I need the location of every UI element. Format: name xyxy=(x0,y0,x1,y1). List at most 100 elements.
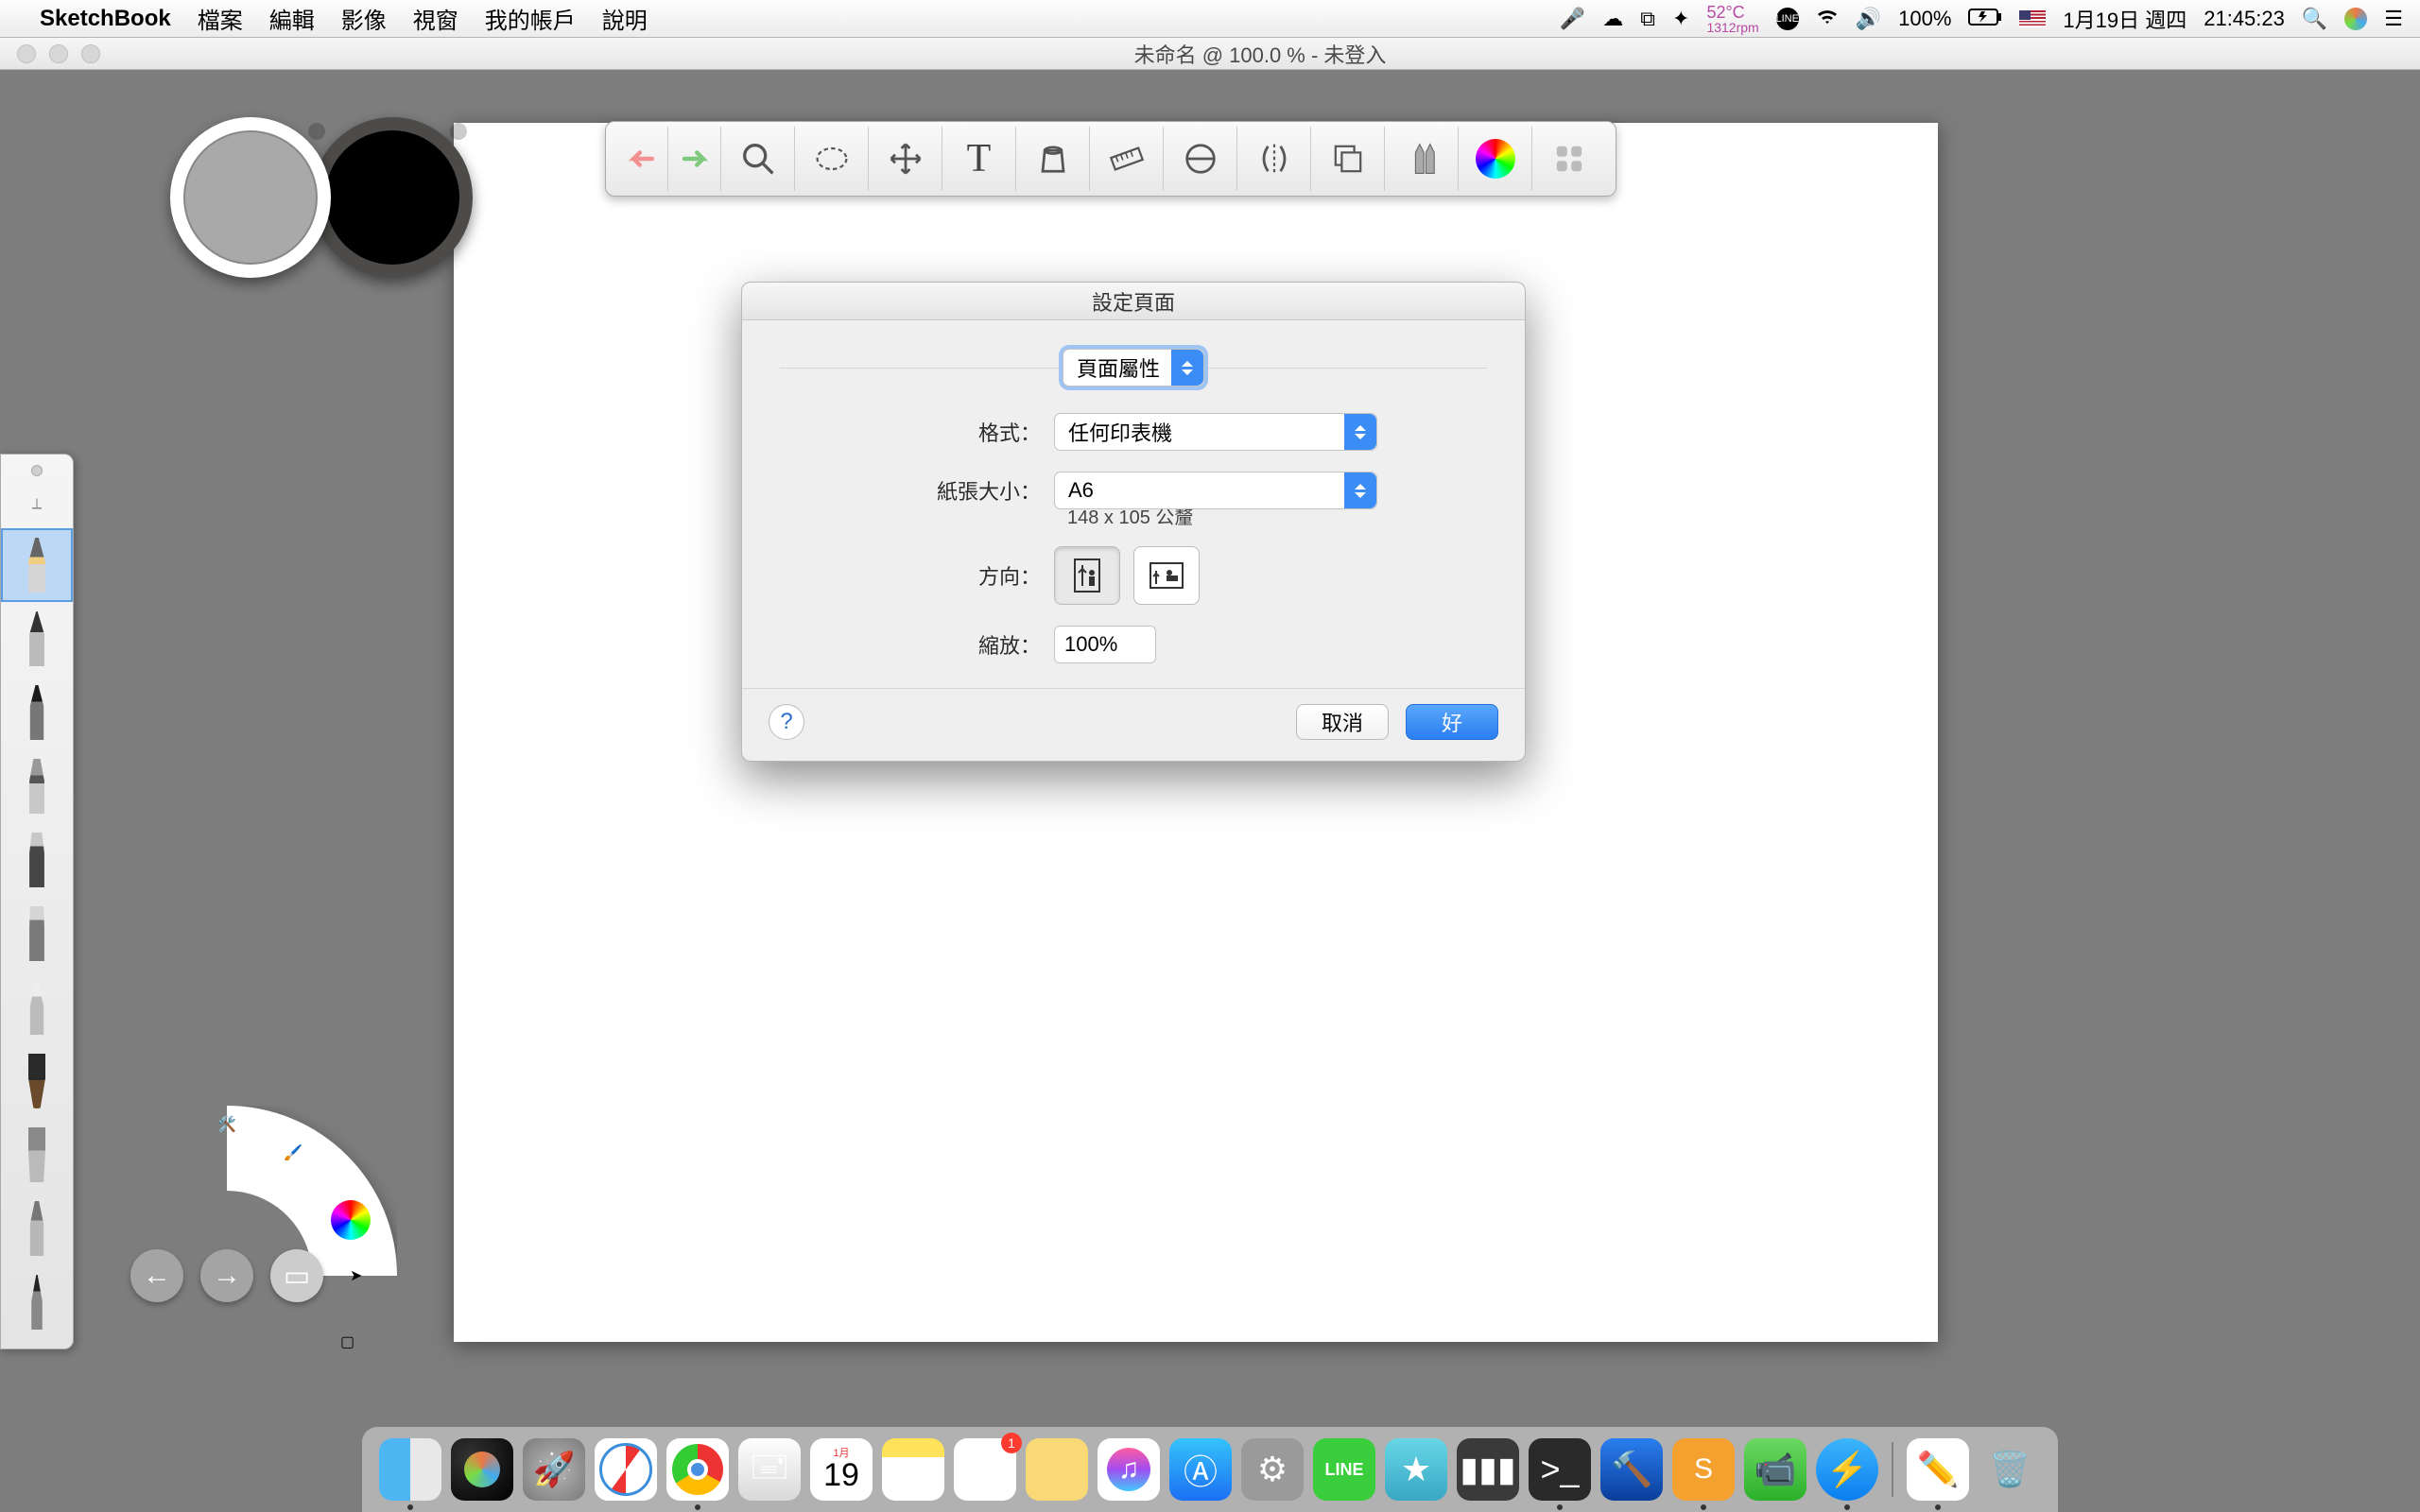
brush-flat-chisel[interactable] xyxy=(1,823,73,897)
lagoon-next-button[interactable]: → xyxy=(200,1249,253,1302)
volume-icon[interactable]: 🔊 xyxy=(1856,7,1881,31)
lagoon-layers-icon[interactable]: ▢ xyxy=(340,1332,386,1378)
app-name[interactable]: SketchBook xyxy=(40,6,171,32)
dialog-title: 設定頁面 xyxy=(742,283,1525,320)
menu-account[interactable]: 我的帳戶 xyxy=(485,2,576,35)
selection-button[interactable] xyxy=(795,127,869,191)
dock-sketchbook[interactable]: ✏️ xyxy=(1907,1438,1969,1501)
dock-appstore[interactable]: Ⓐ xyxy=(1169,1438,1232,1501)
guides-button[interactable] xyxy=(1164,127,1237,191)
temperature-status[interactable]: 52°C1312rpm xyxy=(1706,4,1758,34)
window-title: 未命名 @ 100.0 % - 未登入 xyxy=(100,39,2420,69)
color-puck-background[interactable] xyxy=(312,117,473,278)
lagoon: 🛠️ 🖌️ ➤ ▢ ← → ▭ xyxy=(57,1106,397,1446)
dock-separator xyxy=(1892,1442,1893,1497)
brush-pencil[interactable] xyxy=(1,528,73,602)
dock-activity-monitor[interactable]: ▮▮▮ xyxy=(1457,1438,1519,1501)
settings-select-label: 頁面屬性 xyxy=(1077,352,1160,383)
palette-close[interactable] xyxy=(1,460,73,481)
dock-system-preferences[interactable]: ⚙ xyxy=(1241,1438,1304,1501)
text-button[interactable]: T xyxy=(942,127,1016,191)
paper-size-label: 紙張大小： xyxy=(780,475,1054,506)
orientation-label: 方向： xyxy=(780,560,1054,591)
dropbox-icon[interactable]: ⧉ xyxy=(1640,7,1655,31)
brush-library-button[interactable] xyxy=(1385,127,1459,191)
apps-button[interactable] xyxy=(1532,127,1606,191)
lagoon-tools-icon[interactable]: 🛠️ xyxy=(217,1115,263,1160)
siri-icon[interactable] xyxy=(2344,8,2367,30)
color-puck-foreground[interactable] xyxy=(170,117,331,278)
wifi-icon[interactable] xyxy=(1816,7,1839,31)
format-select[interactable]: 任何印表機 xyxy=(1054,413,1377,451)
brush-flat-wide[interactable] xyxy=(1,897,73,971)
lagoon-brush-icon[interactable]: 🖌️ xyxy=(284,1143,329,1189)
dock-line[interactable]: LINE xyxy=(1313,1438,1375,1501)
lagoon-prev-button[interactable]: ← xyxy=(130,1249,183,1302)
lagoon-canvas-button[interactable]: ▭ xyxy=(270,1249,323,1302)
menu-edit[interactable]: 編輯 xyxy=(269,2,315,35)
brush-size-slider[interactable]: ⟂ xyxy=(1,481,73,528)
dock-chrome[interactable] xyxy=(666,1438,729,1501)
dock-calendar[interactable]: 1月19 xyxy=(810,1438,873,1501)
titlebar: 未命名 @ 100.0 % - 未登入 xyxy=(0,38,2420,70)
dock-messenger[interactable]: ⚡ xyxy=(1816,1438,1878,1501)
redo-button[interactable] xyxy=(668,127,721,191)
traffic-lights[interactable] xyxy=(0,44,100,63)
ok-button[interactable]: 好 xyxy=(1406,704,1498,740)
lagoon-cursor-icon[interactable]: ➤ xyxy=(350,1266,395,1312)
dock-facetime[interactable]: 📹 xyxy=(1744,1438,1806,1501)
line-status-icon[interactable]: LINE xyxy=(1776,8,1799,30)
dock-notes[interactable] xyxy=(882,1438,944,1501)
dock-xcode[interactable]: 🔨 xyxy=(1600,1438,1663,1501)
dock-reminders[interactable]: 1 xyxy=(954,1438,1016,1501)
dock-mail[interactable]: 🖃 xyxy=(738,1438,801,1501)
dock-sublime[interactable]: S xyxy=(1672,1438,1735,1501)
cloud-icon[interactable]: ☁ xyxy=(1602,7,1623,31)
date-status[interactable]: 1月19日 週四 xyxy=(2063,4,2187,34)
settings-select[interactable]: 頁面屬性 xyxy=(1063,349,1204,387)
brush-chisel[interactable] xyxy=(1,749,73,823)
scale-input[interactable] xyxy=(1054,626,1156,663)
format-label: 格式： xyxy=(780,417,1054,447)
undo-button[interactable] xyxy=(615,127,668,191)
dock-safari[interactable] xyxy=(595,1438,657,1501)
dock-itunes[interactable] xyxy=(1098,1438,1160,1501)
symmetry-button[interactable] xyxy=(1237,127,1311,191)
orientation-portrait-button[interactable] xyxy=(1054,546,1120,605)
input-source-flag[interactable] xyxy=(2019,10,2046,27)
scale-label: 縮放： xyxy=(780,629,1054,660)
fill-button[interactable] xyxy=(1016,127,1090,191)
menu-image[interactable]: 影像 xyxy=(341,2,387,35)
fanny-icon[interactable]: ✦ xyxy=(1672,7,1689,31)
dock-app-star[interactable]: ★ xyxy=(1385,1438,1447,1501)
paper-size-value: A6 xyxy=(1068,478,1094,503)
brush-airbrush[interactable] xyxy=(1,971,73,1044)
notification-center-icon[interactable]: ☰ xyxy=(2384,7,2403,31)
mic-icon[interactable]: 🎤 xyxy=(1560,7,1585,31)
help-button[interactable]: ? xyxy=(769,704,804,740)
brush-marker[interactable] xyxy=(1,676,73,749)
layers-button[interactable] xyxy=(1311,127,1385,191)
paper-size-select[interactable]: A6 xyxy=(1054,472,1377,509)
dock-terminal[interactable]: >_ xyxy=(1529,1438,1591,1501)
battery-status[interactable]: 100% xyxy=(1898,7,1951,31)
dock-stickies[interactable] xyxy=(1026,1438,1088,1501)
lagoon-color-icon[interactable] xyxy=(331,1200,376,1246)
orientation-landscape-button[interactable] xyxy=(1133,546,1200,605)
dock-trash[interactable]: 🗑️ xyxy=(1979,1438,2041,1501)
color-editor-button[interactable] xyxy=(1459,127,1532,191)
cancel-button[interactable]: 取消 xyxy=(1296,704,1389,740)
zoom-button[interactable] xyxy=(721,127,795,191)
time-status: 21:45:23 xyxy=(2204,7,2285,31)
menu-window[interactable]: 視窗 xyxy=(413,2,458,35)
brush-tech-pen[interactable] xyxy=(1,602,73,676)
menu-file[interactable]: 檔案 xyxy=(198,2,243,35)
menu-help[interactable]: 說明 xyxy=(602,2,648,35)
menubar: SketchBook 檔案 編輯 影像 視窗 我的帳戶 說明 🎤 ☁ ⧉ ✦ 5… xyxy=(0,0,2420,38)
ruler-button[interactable] xyxy=(1090,127,1164,191)
dock-siri[interactable] xyxy=(451,1438,513,1501)
spotlight-icon[interactable]: 🔍 xyxy=(2302,7,2327,31)
dock-finder[interactable] xyxy=(379,1438,441,1501)
dock-launchpad[interactable]: 🚀 xyxy=(523,1438,585,1501)
transform-button[interactable] xyxy=(869,127,942,191)
